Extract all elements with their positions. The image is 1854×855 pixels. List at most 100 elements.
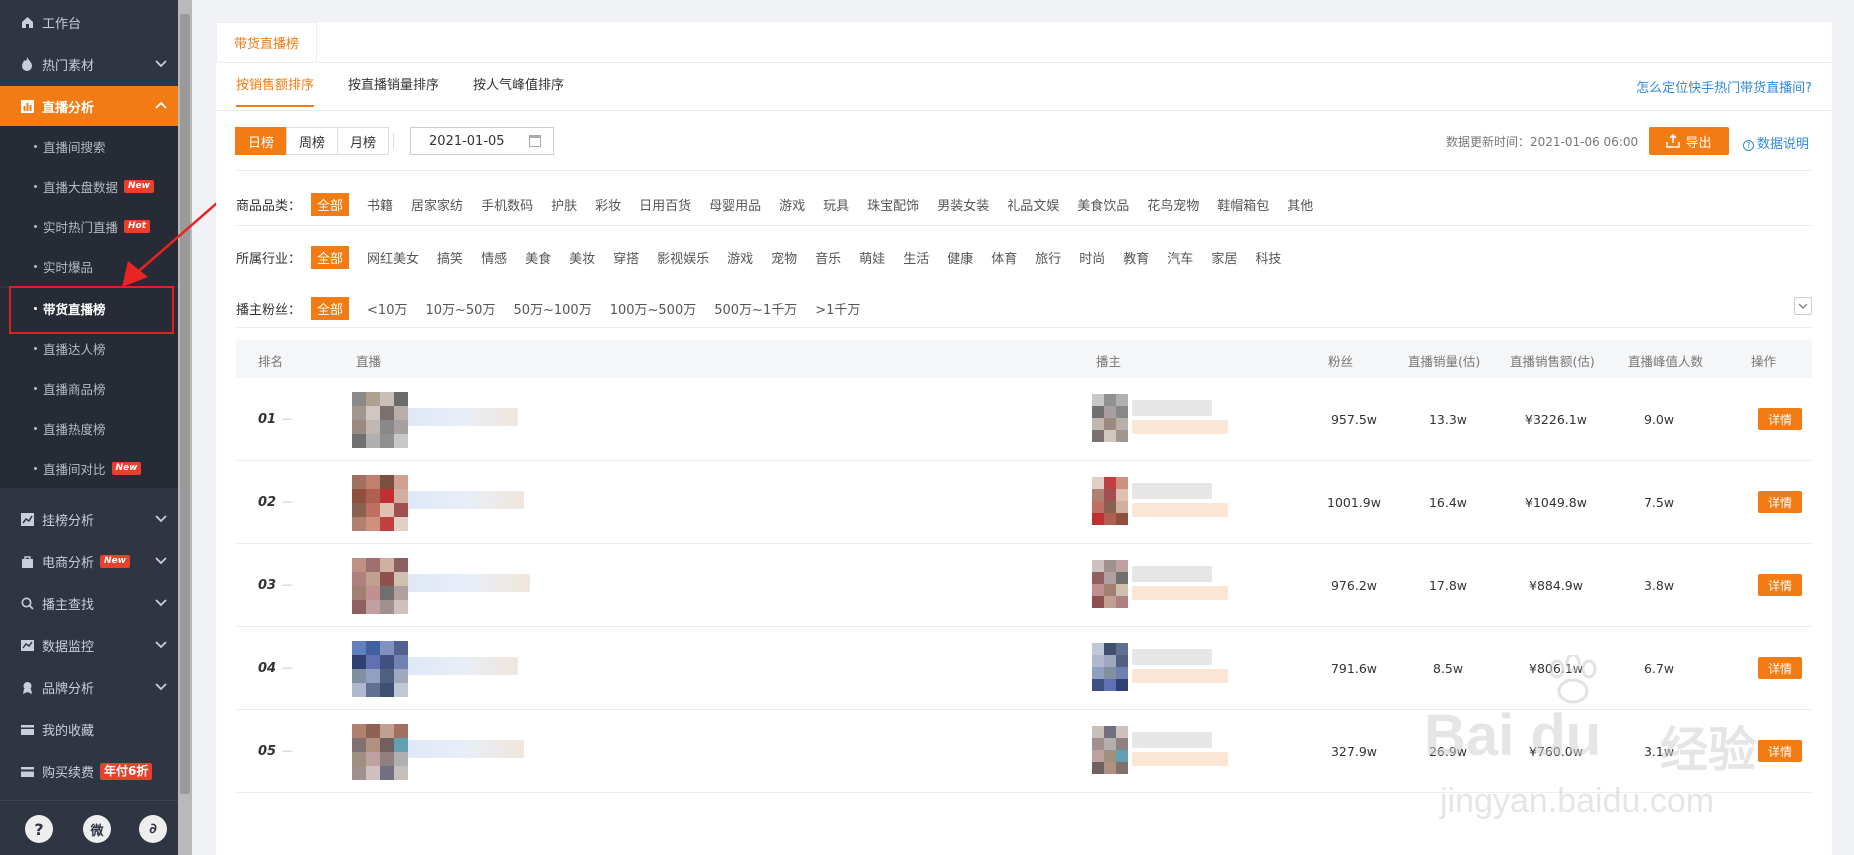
live-thumbnail[interactable] <box>352 392 408 448</box>
live-thumbnail[interactable] <box>352 724 408 780</box>
filter-option[interactable]: 生活 <box>903 248 929 267</box>
filter-option[interactable]: 宠物 <box>771 248 797 267</box>
filter-option[interactable]: 100万~500万 <box>610 299 697 318</box>
live-title-blurred[interactable] <box>408 740 524 758</box>
sidebar-item-ecommerce-analysis[interactable]: 电商分析 New <box>0 541 178 581</box>
sidebar-scrollbar[interactable] <box>178 0 192 855</box>
live-thumbnail[interactable] <box>352 558 408 614</box>
sidebar-subitem-influencer-rank[interactable]: 直播达人榜 <box>0 328 178 368</box>
filter-option[interactable]: 珠宝配饰 <box>867 195 919 214</box>
period-daily-button[interactable]: 日榜 <box>235 127 288 155</box>
filter-option[interactable]: 游戏 <box>727 248 753 267</box>
filter-option[interactable]: 彩妆 <box>595 195 621 214</box>
sort-tab-revenue[interactable]: 按销售额排序 <box>236 77 315 107</box>
detail-button[interactable]: 详情 <box>1758 408 1802 430</box>
period-weekly-button[interactable]: 周榜 <box>286 127 339 155</box>
filter-option[interactable]: 美妆 <box>569 248 595 267</box>
filter-option[interactable]: 影视娱乐 <box>657 248 709 267</box>
sidebar-subitem-product-rank[interactable]: 直播商品榜 <box>0 368 178 408</box>
sidebar-item-workbench[interactable]: 工作台 <box>0 2 178 42</box>
sidebar-subitem-hot-products[interactable]: 实时爆品 <box>0 246 178 286</box>
filter-option[interactable]: 全部 <box>311 296 350 320</box>
filter-option[interactable]: 手机数码 <box>481 195 533 214</box>
filter-option[interactable]: 居家家纺 <box>411 195 463 214</box>
filter-option[interactable]: 网红美女 <box>367 248 419 267</box>
help-link[interactable]: 怎么定位快手热门带货直播间? <box>1636 77 1812 96</box>
sort-tab-volume[interactable]: 按直播销量排序 <box>348 77 439 107</box>
sidebar-item-brand-analysis[interactable]: 品牌分析 <box>0 667 178 707</box>
scrollbar-thumb[interactable] <box>180 14 190 794</box>
streamer-avatar[interactable] <box>1092 643 1128 691</box>
streamer-name-blurred[interactable] <box>1132 649 1212 665</box>
sidebar-subitem-live-market[interactable]: 直播大盘数据 New <box>0 166 178 206</box>
streamer-avatar[interactable] <box>1092 726 1128 774</box>
streamer-name-blurred[interactable] <box>1132 483 1212 499</box>
sidebar-subitem-heat-rank[interactable]: 直播热度榜 <box>0 408 178 448</box>
sidebar-item-my-collection[interactable]: 我的收藏 <box>0 709 178 749</box>
streamer-avatar[interactable] <box>1092 560 1128 608</box>
filter-option[interactable]: 全部 <box>311 192 350 216</box>
filter-option[interactable]: 汽车 <box>1167 248 1193 267</box>
filter-option[interactable]: 10万~50万 <box>425 299 495 318</box>
filter-option[interactable]: 教育 <box>1123 248 1149 267</box>
filter-option[interactable]: 母婴用品 <box>709 195 761 214</box>
sort-tab-peak[interactable]: 按人气峰值排序 <box>473 77 564 107</box>
export-button[interactable]: 导出 <box>1649 127 1729 155</box>
filter-option[interactable]: 美食 <box>525 248 551 267</box>
streamer-avatar[interactable] <box>1092 394 1128 442</box>
expand-filters-button[interactable] <box>1794 297 1812 315</box>
sidebar-item-streamer-search[interactable]: 播主查找 <box>0 583 178 623</box>
streamer-name-blurred[interactable] <box>1132 732 1212 748</box>
data-help-link[interactable]: ? 数据说明 <box>1743 133 1809 152</box>
filter-option[interactable]: 健康 <box>947 248 973 267</box>
filter-option[interactable]: 体育 <box>991 248 1017 267</box>
filter-option[interactable]: 美食饮品 <box>1077 195 1129 214</box>
link-icon[interactable]: ∂ <box>139 815 167 843</box>
filter-option[interactable]: 旅行 <box>1035 248 1061 267</box>
sidebar-subitem-hot-live[interactable]: 实时热门直播 Hot <box>0 206 178 246</box>
sidebar-subitem-live-compare[interactable]: 直播间对比 New <box>0 448 178 488</box>
sidebar-item-live-analysis[interactable]: 直播分析 <box>0 86 178 126</box>
live-title-blurred[interactable] <box>408 408 518 426</box>
wechat-icon[interactable]: 微 <box>83 815 111 843</box>
filter-option[interactable]: 科技 <box>1255 248 1281 267</box>
date-picker[interactable]: 2021-01-05 <box>410 127 554 155</box>
sidebar-item-purchase[interactable]: 购买续费 年付6折 <box>0 751 178 791</box>
filter-option[interactable]: 男装女装 <box>937 195 989 214</box>
filter-option[interactable]: 时尚 <box>1079 248 1105 267</box>
filter-option[interactable]: <10万 <box>367 299 407 318</box>
detail-button[interactable]: 详情 <box>1758 491 1802 513</box>
filter-option[interactable]: 全部 <box>311 245 350 269</box>
filter-option[interactable]: 50万~100万 <box>513 299 591 318</box>
filter-option[interactable]: 500万~1千万 <box>714 299 797 318</box>
tab-sales-live-rank[interactable]: 带货直播榜 <box>216 22 318 62</box>
sidebar-item-rank-analysis[interactable]: 挂榜分析 <box>0 499 178 539</box>
filter-option[interactable]: 书籍 <box>367 195 393 214</box>
filter-option[interactable]: 穿搭 <box>613 248 639 267</box>
live-title-blurred[interactable] <box>408 657 518 675</box>
filter-option[interactable]: 玩具 <box>823 195 849 214</box>
live-title-blurred[interactable] <box>408 574 530 592</box>
filter-option[interactable]: 日用百货 <box>639 195 691 214</box>
live-thumbnail[interactable] <box>352 475 408 531</box>
filter-option[interactable]: 搞笑 <box>437 248 463 267</box>
detail-button[interactable]: 详情 <box>1758 574 1802 596</box>
filter-option[interactable]: >1千万 <box>815 299 860 318</box>
period-monthly-button[interactable]: 月榜 <box>337 127 390 155</box>
streamer-name-blurred[interactable] <box>1132 566 1212 582</box>
streamer-avatar[interactable] <box>1092 477 1128 525</box>
help-icon[interactable]: ? <box>25 815 53 843</box>
sidebar-item-data-monitor[interactable]: 数据监控 <box>0 625 178 665</box>
filter-option[interactable]: 鞋帽箱包 <box>1217 195 1269 214</box>
filter-option[interactable]: 花鸟宠物 <box>1147 195 1199 214</box>
detail-button[interactable]: 详情 <box>1758 740 1802 762</box>
detail-button[interactable]: 详情 <box>1758 657 1802 679</box>
filter-option[interactable]: 萌娃 <box>859 248 885 267</box>
filter-option[interactable]: 音乐 <box>815 248 841 267</box>
filter-option[interactable]: 游戏 <box>779 195 805 214</box>
live-title-blurred[interactable] <box>408 491 524 509</box>
sidebar-subitem-live-search[interactable]: 直播间搜索 <box>0 126 178 166</box>
filter-option[interactable]: 其他 <box>1287 195 1313 214</box>
live-thumbnail[interactable] <box>352 641 408 697</box>
filter-option[interactable]: 护肤 <box>551 195 577 214</box>
